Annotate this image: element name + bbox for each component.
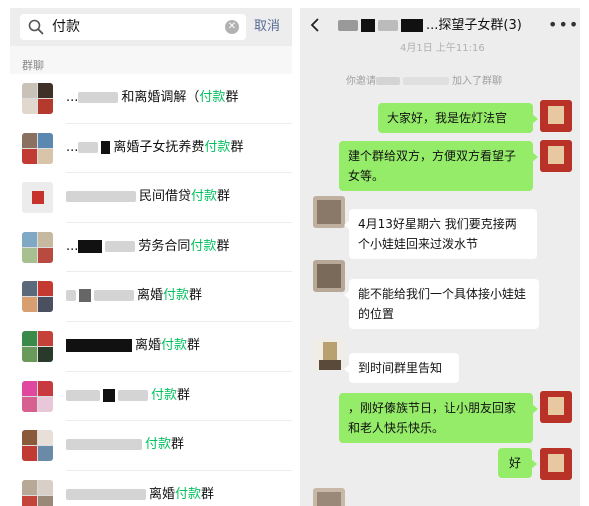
my-avatar[interactable] [540,100,572,132]
group-avatar [22,430,53,462]
contact-avatar[interactable] [313,260,345,292]
group-name: ... 和离婚调解（付款群 [66,90,239,105]
group-result-row[interactable]: 付款群 [10,421,292,471]
group-result-row[interactable]: 付款群 [10,371,292,422]
group-name: 离婚付款群 [66,486,214,504]
message-timestamp: 4月1日 上午11:16 [400,43,485,54]
message-bubble[interactable]: 4月13好星期六 我们要克接两个小娃娃回来过泼水节 [344,209,537,259]
message-bubble[interactable]: 能不能给我们一个具体接小娃娃的位置 [344,279,539,329]
clear-icon[interactable]: ✕ [225,20,239,34]
group-avatar [22,83,53,114]
my-avatar[interactable] [540,391,572,423]
group-name: 付款群 [66,387,190,405]
search-query: 付款 [52,19,80,35]
group-name: 付款群 [66,436,184,454]
group-name: 民间借贷付款群 [66,188,230,206]
group-avatar [22,330,53,362]
group-name: 离婚付款群 [66,287,202,305]
search-bar: 付款 ✕ 取消 [10,8,292,46]
system-message: 你邀请 加入了群聊 [346,76,502,87]
search-icon [28,19,44,35]
match-highlight: 付款 [161,337,188,353]
match-highlight: 付款 [163,288,190,304]
contact-avatar[interactable] [313,338,345,370]
group-avatar [22,182,53,214]
message-bubble[interactable]: 好 [498,448,537,478]
message-bubble[interactable]: ，刚好傣族节日，让小朋友回家和老人快乐快乐。 [339,393,538,443]
match-highlight: 付款 [191,189,218,205]
group-result-row[interactable]: 离婚付款群 [10,321,292,372]
group-name: ... 离婚子女抚养费付款群 [66,139,244,155]
group-name: ... 劳务合同付款群 [66,238,230,254]
contact-avatar[interactable] [313,488,345,506]
section-label: 群聊 [22,59,44,72]
group-result-row[interactable]: 民间借贷付款群 [10,173,292,223]
match-highlight: 付款 [175,486,202,502]
group-result-row[interactable]: ... 和离婚调解（付款群 [10,74,292,124]
match-highlight: 付款 [199,90,226,105]
result-list: ... 和离婚调解（付款群 ... 离婚子女抚养费付款群 民间借贷付款群 ...… [10,74,292,506]
group-name: 离婚付款群 [66,337,200,355]
my-avatar[interactable] [540,448,572,480]
group-result-row[interactable]: 离婚付款群 [10,272,292,322]
group-result-row[interactable]: ... 劳务合同付款群 [10,222,292,273]
chat-panel: ...探望子女群(3) ••• 4月1日 上午11:16 你邀请 加入了群聊 大家… [300,8,580,506]
search-input[interactable]: 付款 ✕ [20,14,246,40]
message-bubble[interactable]: 建个群给双方，方便双方看望子女等。 [339,141,538,191]
group-avatar [22,479,53,506]
match-highlight: 付款 [190,238,217,254]
match-highlight: 付款 [151,387,178,403]
cancel-button[interactable]: 取消 [254,18,280,36]
message-bubble[interactable]: 到时间群里告知 [344,353,459,383]
my-avatar[interactable] [540,140,572,172]
more-icon[interactable]: ••• [548,16,579,34]
group-result-row[interactable]: 离婚付款群 [10,470,292,506]
group-result-row[interactable]: ... 离婚子女抚养费付款群 [10,123,292,174]
back-icon[interactable] [310,18,320,32]
search-panel: 付款 ✕ 取消 群聊 ... 和离婚调解（付款群 ... 离婚子女抚养费付款群 … [10,8,292,506]
message-bubble[interactable]: 大家好，我是佐灯法官 [378,103,538,133]
match-highlight: 付款 [145,437,172,453]
group-avatar [22,380,53,412]
contact-avatar[interactable] [313,196,345,228]
group-avatar [22,231,53,263]
chat-title: ...探望子女群(3) [338,17,522,35]
group-avatar [22,281,53,313]
panel-divider [292,0,300,506]
match-highlight: 付款 [204,139,231,155]
group-avatar [22,132,53,164]
